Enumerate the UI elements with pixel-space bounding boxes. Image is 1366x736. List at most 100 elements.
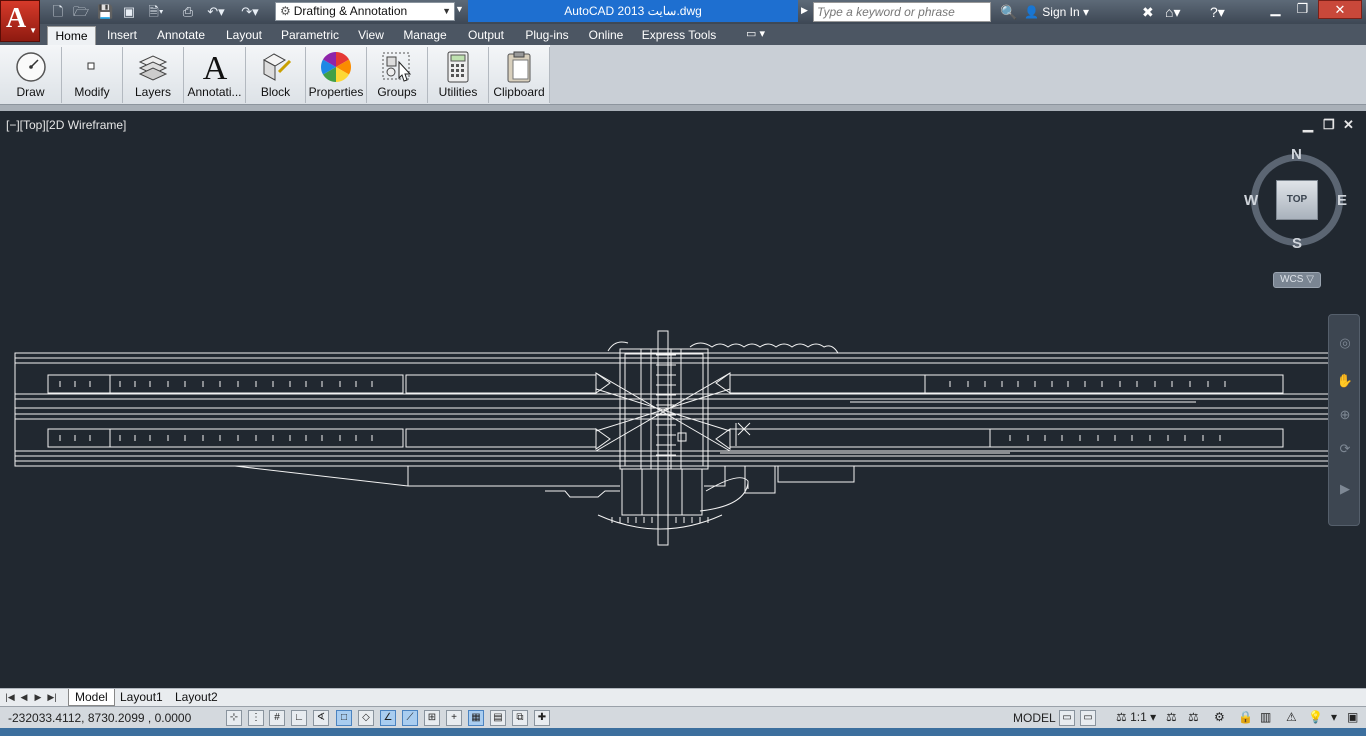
lock-ui-icon[interactable]: 🔒	[1238, 710, 1253, 724]
viewcube-top-face[interactable]: TOP	[1276, 180, 1318, 220]
restore-button[interactable]: ❐	[1289, 0, 1316, 19]
viewcube[interactable]: TOP N S E W	[1244, 146, 1348, 252]
model-space-toggle[interactable]: MODEL	[1013, 711, 1056, 725]
wcs-menu[interactable]: WCS ▽	[1273, 272, 1321, 288]
annotation-scale-dropdown[interactable]: ⚖ 1:1 ▾	[1116, 710, 1156, 724]
last-layout-icon[interactable]: ▶|	[46, 690, 58, 704]
tab-online[interactable]: Online	[584, 26, 628, 45]
viewport-minimize-icon[interactable]: ▁	[1303, 117, 1313, 133]
zoom-icon[interactable]: ⊕	[1335, 407, 1355, 427]
dynamic-ucs-icon[interactable]: ⟋	[402, 710, 418, 726]
first-layout-icon[interactable]: |◀	[4, 690, 16, 704]
panel-draw[interactable]: Draw	[0, 47, 62, 103]
open-icon[interactable]: 🗁	[73, 4, 89, 20]
panel-groups[interactable]: Groups	[367, 47, 428, 103]
annotation-monitor-icon[interactable]: ✚	[534, 710, 550, 726]
pan-icon[interactable]: ✋	[1335, 373, 1355, 393]
steering-wheel-icon[interactable]: ◎	[1335, 335, 1355, 355]
infer-constraints-icon[interactable]: ⊹	[226, 710, 242, 726]
tab-layout2[interactable]: Layout2	[169, 689, 224, 706]
quick-view-drawings-icon[interactable]: ▭	[1080, 710, 1096, 726]
tab-manage[interactable]: Manage	[398, 26, 452, 45]
panel-label: Block	[260, 85, 291, 99]
tab-annotate[interactable]: Annotate	[151, 26, 211, 45]
polar-tracking-icon[interactable]: ∢	[313, 710, 329, 726]
viewport-controls-label[interactable]: [−][Top][2D Wireframe]	[6, 118, 126, 132]
coordinate-readout[interactable]: -232033.4112, 8730.2099 , 0.0000	[8, 711, 191, 725]
panel-label: Annotati...	[187, 85, 242, 99]
close-button[interactable]: ✕	[1318, 0, 1362, 19]
viewport-close-icon[interactable]: ✕	[1343, 117, 1354, 133]
annotation-visibility-icon[interactable]: ⚖	[1166, 710, 1177, 724]
sign-in-button[interactable]: 👤 Sign In ▾	[1024, 3, 1089, 21]
compass-north[interactable]: N	[1291, 146, 1302, 163]
showmotion-icon[interactable]: ▶	[1335, 481, 1355, 501]
fullscreen-icon[interactable]: ▣	[1347, 710, 1358, 724]
application-menu-button[interactable]: A ▼	[0, 0, 40, 42]
compass-east[interactable]: E	[1337, 192, 1347, 209]
status-bar-menu-icon[interactable]: ▾	[1331, 710, 1337, 724]
binoculars-search-icon[interactable]: 🔍	[1000, 3, 1017, 21]
orbit-icon[interactable]: ⟳	[1335, 441, 1355, 461]
redo-icon[interactable]: ↷▾	[237, 4, 263, 20]
auto-scale-icon[interactable]: ⚖	[1188, 710, 1199, 724]
save-icon[interactable]: 💾	[97, 4, 113, 20]
tab-layout1[interactable]: Layout1	[114, 689, 169, 706]
panel-block[interactable]: Block	[246, 47, 306, 103]
save-as-icon[interactable]: ▣	[121, 4, 137, 20]
lineweight-icon[interactable]: +	[446, 710, 462, 726]
tab-layout[interactable]: Layout	[220, 26, 268, 45]
panel-layers[interactable]: Layers	[123, 47, 184, 103]
tab-model[interactable]: Model	[68, 689, 115, 706]
object-snap-icon[interactable]: □	[336, 710, 352, 726]
compass-west[interactable]: W	[1244, 192, 1258, 209]
viewport-restore-icon[interactable]: ❐	[1323, 117, 1335, 133]
transparency-icon[interactable]: ▦	[468, 710, 484, 726]
panel-clipboard[interactable]: Clipboard	[489, 47, 550, 103]
search-input[interactable]: Type a keyword or phrase	[813, 2, 991, 22]
object-snap-tracking-icon[interactable]: ∠	[380, 710, 396, 726]
search-expand-icon[interactable]: ▶	[801, 5, 808, 16]
plot-preview-icon[interactable]: 🗎▾	[145, 4, 167, 20]
new-icon[interactable]: 🗋	[50, 4, 66, 20]
help-icon[interactable]: ?▾	[1210, 3, 1225, 21]
minimize-button[interactable]: ▁	[1262, 0, 1289, 19]
next-layout-icon[interactable]: ▶	[32, 690, 44, 704]
previous-layout-icon[interactable]: ◀	[18, 690, 30, 704]
workspace-dropdown[interactable]: ⚙ Drafting & Annotation ▼	[275, 2, 455, 21]
panel-annotation[interactable]: A Annotati...	[184, 47, 246, 103]
tab-insert[interactable]: Insert	[101, 26, 143, 45]
clean-screen-icon[interactable]: 💡	[1308, 710, 1323, 724]
customize-quick-access-icon[interactable]: ▼	[455, 4, 464, 14]
tab-view[interactable]: View	[352, 26, 390, 45]
exchange-apps-icon[interactable]: ✖	[1142, 3, 1154, 21]
tab-parametric[interactable]: Parametric	[277, 26, 343, 45]
isolate-objects-icon[interactable]: ⚠	[1286, 710, 1297, 724]
panel-properties[interactable]: Properties	[306, 47, 367, 103]
chevron-down-icon: ▼	[29, 26, 37, 35]
tab-express-tools[interactable]: Express Tools	[637, 26, 721, 45]
ribbon: Draw Modify Layers A Annotati... Block P…	[0, 45, 1366, 105]
ribbon-minimize-icon[interactable]: ▭ ▾	[746, 27, 765, 40]
grid-display-icon[interactable]: #	[269, 710, 285, 726]
ortho-mode-icon[interactable]: ∟	[291, 710, 307, 726]
quick-view-layouts-icon[interactable]: ▭	[1059, 710, 1075, 726]
drawing-viewport[interactable]: [−][Top][2D Wireframe] ▁ ❐ ✕ TOP N S E W…	[0, 111, 1366, 688]
dynamic-input-icon[interactable]: ⊞	[424, 710, 440, 726]
3d-object-snap-icon[interactable]: ◇	[358, 710, 374, 726]
compass-south[interactable]: S	[1292, 235, 1302, 252]
workspace-switching-icon[interactable]: ⚙	[1214, 710, 1225, 724]
selection-cycling-icon[interactable]: ⧉	[512, 710, 528, 726]
panel-modify[interactable]: Modify	[62, 47, 123, 103]
cad-drawing[interactable]	[0, 111, 1366, 688]
snap-mode-icon[interactable]: ⋮	[248, 710, 264, 726]
undo-icon[interactable]: ↶▾	[203, 4, 229, 20]
hardware-acceleration-icon[interactable]: ▥	[1260, 710, 1271, 724]
tab-home[interactable]: Home	[47, 26, 96, 45]
print-icon[interactable]: ⎙	[180, 4, 196, 20]
autodesk-360-icon[interactable]: ⌂▾	[1165, 3, 1180, 21]
tab-output[interactable]: Output	[461, 26, 511, 45]
panel-utilities[interactable]: Utilities	[428, 47, 489, 103]
quick-properties-icon[interactable]: ▤	[490, 710, 506, 726]
tab-plug-ins[interactable]: Plug-ins	[519, 26, 575, 45]
